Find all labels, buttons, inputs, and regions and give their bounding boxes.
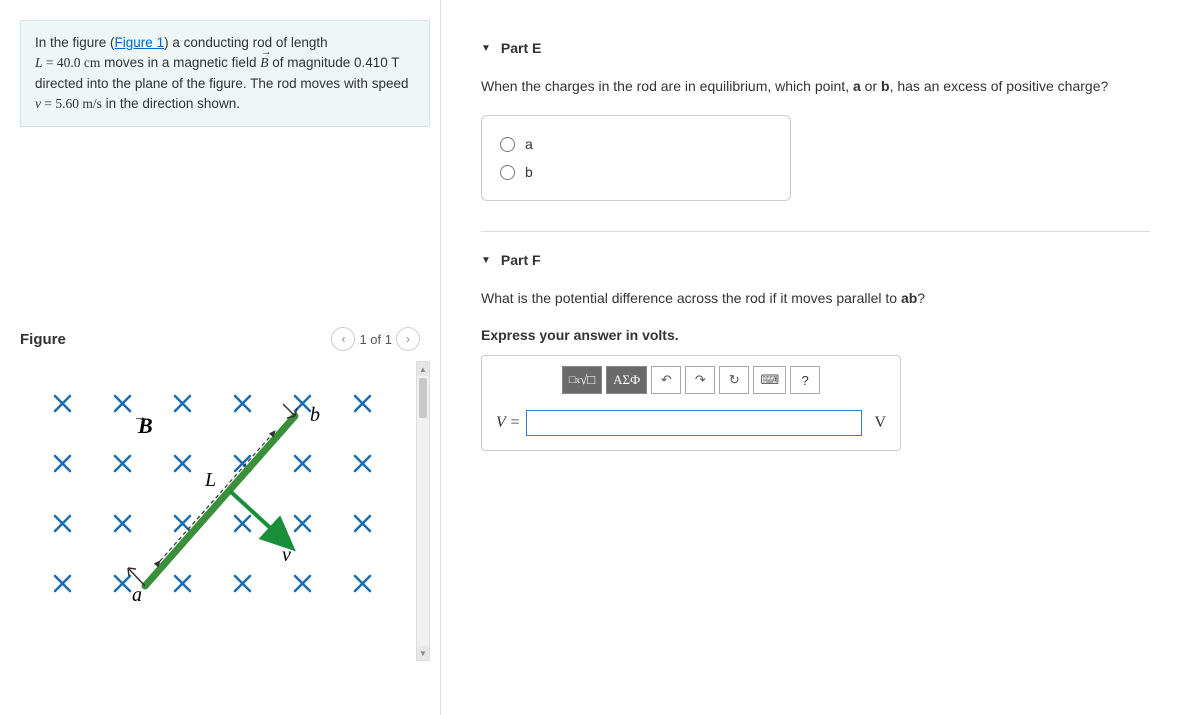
figure-next-button[interactable]: › xyxy=(396,327,420,351)
redo-button[interactable]: ↷ xyxy=(685,366,715,394)
val-L: = 40.0 cm xyxy=(43,55,101,70)
answer-input[interactable] xyxy=(526,410,862,436)
answer-unit: V xyxy=(874,414,886,432)
svg-text:→: → xyxy=(133,410,147,425)
problem-description: In the figure (Figure 1) a conducting ro… xyxy=(20,20,430,127)
part-e-question: When the charges in the rod are in equil… xyxy=(481,76,1190,97)
scroll-down-icon[interactable]: ▼ xyxy=(417,646,429,660)
radio-label-b[interactable]: b xyxy=(525,164,533,180)
radio-option-a[interactable] xyxy=(500,137,515,152)
figure-label-v: v xyxy=(282,544,291,566)
part-f-header[interactable]: ▼ Part F xyxy=(481,252,1190,268)
equation-toolbar: □x√□ ΑΣФ ↶ ↷ ↻ ⌨ ? xyxy=(496,366,886,394)
part-f-title: Part F xyxy=(501,252,541,268)
part-f-question: What is the potential difference across … xyxy=(481,288,1190,309)
figure-label-L: L xyxy=(204,469,216,491)
part-f: ▼ Part F What is the potential differenc… xyxy=(481,252,1190,451)
templates-button[interactable]: □x√□ xyxy=(562,366,602,394)
var-L: L xyxy=(35,55,43,70)
figure-label-a: a xyxy=(132,584,142,606)
radio-label-a[interactable]: a xyxy=(525,136,533,152)
part-e-title: Part E xyxy=(501,40,541,56)
part-e: ▼ Part E When the charges in the rod are… xyxy=(481,40,1190,201)
collapse-icon: ▼ xyxy=(481,255,491,266)
help-button[interactable]: ? xyxy=(790,366,820,394)
greek-button[interactable]: ΑΣФ xyxy=(606,366,647,394)
dir-text: in the direction shown. xyxy=(102,96,240,111)
figure-link[interactable]: Figure 1 xyxy=(115,35,165,50)
var-B: B xyxy=(260,53,268,73)
part-f-instruction: Express your answer in volts. xyxy=(481,327,1190,343)
scroll-up-icon[interactable]: ▲ xyxy=(417,362,429,376)
figure-prev-button[interactable]: ‹ xyxy=(331,327,355,351)
scroll-thumb[interactable] xyxy=(419,378,427,418)
part-e-header[interactable]: ▼ Part E xyxy=(481,40,1190,56)
radio-option-b[interactable] xyxy=(500,165,515,180)
val-v: = 5.60 m/s xyxy=(41,96,102,111)
answer-box: □x√□ ΑΣФ ↶ ↷ ↻ ⌨ ? V = V xyxy=(481,355,901,451)
collapse-icon: ▼ xyxy=(481,43,491,54)
reset-button[interactable]: ↻ xyxy=(719,366,749,394)
part-e-options: a b xyxy=(481,115,791,201)
figure-body: B → L a b v ▲ ▼ xyxy=(20,361,430,661)
figure-title: Figure xyxy=(20,331,66,348)
keyboard-button[interactable]: ⌨ xyxy=(753,366,786,394)
intro-prefix: In the figure ( xyxy=(35,35,115,50)
figure-nav-text: 1 of 1 xyxy=(359,332,392,347)
intro-suffix: ) a conducting rod of length xyxy=(164,35,328,50)
moves-text: moves in a magnetic field xyxy=(100,55,260,70)
figure-label-b: b xyxy=(310,404,320,426)
divider xyxy=(481,231,1150,232)
figure-svg: B → L a b v xyxy=(20,361,380,621)
undo-button[interactable]: ↶ xyxy=(651,366,681,394)
answer-lhs: V = xyxy=(496,414,520,432)
figure-scrollbar[interactable]: ▲ ▼ xyxy=(416,361,430,661)
figure-nav: ‹ 1 of 1 › xyxy=(331,327,420,351)
